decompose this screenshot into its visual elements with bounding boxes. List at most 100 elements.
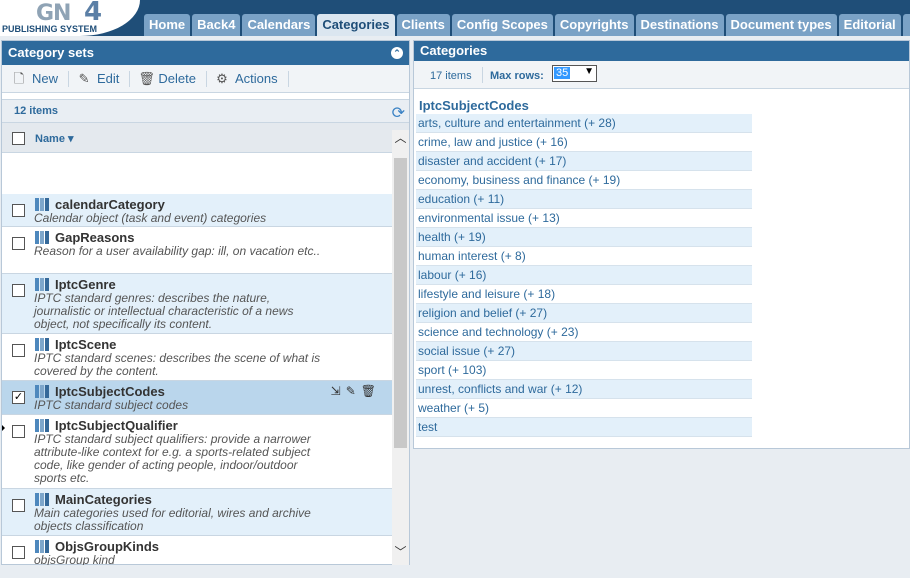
tab-editorial[interactable]: Editorial <box>838 14 901 36</box>
scroll-up-icon[interactable]: ︿ <box>392 130 409 147</box>
tab-copyrights[interactable]: Copyrights <box>554 14 634 36</box>
panel-title: Category sets <box>8 45 94 60</box>
tab-document-types[interactable]: Document types <box>725 14 837 36</box>
row-title: IptcScene <box>55 337 117 352</box>
open-icon[interactable]: ⇲ <box>331 384 341 398</box>
select-all-checkbox[interactable] <box>12 132 25 145</box>
category-set-icon <box>35 540 51 554</box>
tab-home[interactable]: Home <box>144 14 191 36</box>
chevron-down-icon: ▼ <box>584 66 594 77</box>
category-set-icon <box>35 338 51 352</box>
separator <box>482 67 483 83</box>
tab-calendars[interactable]: Calendars <box>242 14 316 36</box>
list-item[interactable]: IptcScene IPTC standard scenes: describes… <box>2 334 392 381</box>
new-document-icon: 🗋 <box>13 70 25 86</box>
row-description: Main categories used for editorial, wire… <box>34 506 311 533</box>
trash-icon[interactable]: 🗑 <box>361 384 376 398</box>
scroll-thumb[interactable] <box>394 158 407 448</box>
row-checkbox[interactable]: ✓ <box>12 391 25 404</box>
category-item[interactable]: weather (+ 5) <box>416 399 752 418</box>
list-item[interactable]: calendarCategory Calendar object (task an… <box>2 194 392 227</box>
row-title: ObjsGroupKinds <box>55 539 159 554</box>
edit-button[interactable]: ✎ Edit <box>77 70 131 87</box>
category-set-icon <box>35 198 51 212</box>
list-item[interactable]: ✓ IptcSubjectCodes IPTC standard subject c… <box>2 381 392 415</box>
gn4-logo: GN 4 PUBLISHING SYSTEM <box>0 0 140 36</box>
row-checkbox[interactable] <box>12 499 25 512</box>
row-checkbox[interactable] <box>12 425 25 438</box>
row-title: MainCategories <box>55 492 152 507</box>
category-item[interactable]: unrest, conflicts and war (+ 12) <box>416 380 752 399</box>
tab-config-scopes[interactable]: Config Scopes <box>451 14 553 36</box>
categories-panel: Categories 17 items Max rows: 35 ▼ IptcS… <box>413 40 910 449</box>
row-checkbox[interactable] <box>12 284 25 297</box>
list-item[interactable]: ObjsGroupKinds objsGroup kind <box>2 536 392 565</box>
panel-header: Category sets ⌃ <box>2 41 409 65</box>
list-scrollbar[interactable]: ︿ ﹀ <box>392 130 409 565</box>
category-item[interactable]: disaster and accident (+ 17) <box>416 152 752 171</box>
row-actions: ⇲ ✎ 🗑 <box>331 384 376 398</box>
category-item[interactable]: science and technology (+ 23) <box>416 323 752 342</box>
row-checkbox[interactable] <box>12 546 25 559</box>
row-title: IptcSubjectCodes <box>55 384 165 399</box>
tab-clients[interactable]: Clients <box>396 14 450 36</box>
category-item[interactable]: economy, business and finance (+ 19) <box>416 171 752 190</box>
category-list: arts, culture and entertainment (+ 28) cr… <box>416 114 752 437</box>
item-count: 12 items <box>14 105 59 117</box>
category-item[interactable]: crime, law and justice (+ 16) <box>416 133 752 152</box>
subject-codes-heading: IptcSubjectCodes <box>419 98 529 113</box>
category-set-list: calendarCategory Calendar object (task an… <box>2 194 392 565</box>
row-checkbox[interactable] <box>12 204 25 217</box>
row-checkbox[interactable] <box>12 344 25 357</box>
row-title: GapReasons <box>55 230 135 245</box>
categories-header: Categories <box>414 41 909 61</box>
delete-button[interactable]: 🗑 Delete <box>138 70 207 87</box>
new-button-label: New <box>32 71 59 86</box>
row-title: IptcGenre <box>55 277 116 292</box>
edit-icon[interactable]: ✎ <box>346 384 356 398</box>
category-item[interactable]: environmental issue (+ 13) <box>416 209 752 228</box>
category-item[interactable]: labour (+ 16) <box>416 266 752 285</box>
max-rows-select[interactable]: 35 ▼ <box>552 65 597 82</box>
category-item[interactable]: education (+ 11) <box>416 190 752 209</box>
scroll-down-icon[interactable]: ﹀ <box>392 544 409 561</box>
tab-categories[interactable]: Categories <box>317 14 395 36</box>
category-item[interactable]: religion and belief (+ 27) <box>416 304 752 323</box>
row-description: IPTC standard genres: describes the natu… <box>34 291 294 331</box>
category-item[interactable]: social issue (+ 27) <box>416 342 752 361</box>
category-item[interactable]: test <box>416 418 752 437</box>
tabs-more-icon[interactable]: ▼ <box>902 14 910 36</box>
new-button[interactable]: 🗋 New <box>12 70 70 87</box>
name-column-sort[interactable]: Name ▾ <box>35 132 74 145</box>
category-item[interactable]: lifestyle and leisure (+ 18) <box>416 285 752 304</box>
row-description: IPTC standard scenes: describes the scen… <box>34 351 321 378</box>
refresh-icon[interactable]: ⟳ <box>392 103 405 123</box>
item-count-row: 12 items ⟳ <box>2 99 409 123</box>
edit-icon: ✎ <box>78 70 90 86</box>
tab-back4[interactable]: Back4 <box>192 14 241 36</box>
list-item[interactable]: GapReasons Reason for a user availability… <box>2 227 392 274</box>
actions-button[interactable]: ⚙ Actions <box>215 70 289 87</box>
list-item[interactable]: MainCategories Main categories used for e… <box>2 489 392 536</box>
max-rows-label: Max rows: <box>490 70 544 82</box>
row-checkbox[interactable] <box>12 237 25 250</box>
category-set-icon <box>35 385 51 399</box>
row-description: IPTC standard subject qualifiers: provid… <box>34 432 311 485</box>
list-item[interactable]: IptcGenre IPTC standard genres: describes… <box>2 274 392 334</box>
row-description: Calendar object (task and event) categor… <box>34 211 267 225</box>
category-item[interactable]: sport (+ 103) <box>416 361 752 380</box>
categories-count: 17 items <box>430 70 472 82</box>
category-item[interactable]: arts, culture and entertainment (+ 28) <box>416 114 752 133</box>
row-description: IPTC standard subject codes <box>34 398 189 412</box>
category-item[interactable]: health (+ 19) <box>416 228 752 247</box>
category-sets-panel: Category sets ⌃ 🗋 New ✎ Edit 🗑 Delete ⚙ Acti… <box>1 40 410 565</box>
tab-destinations[interactable]: Destinations <box>635 14 724 36</box>
collapse-icon[interactable]: ⌃ <box>391 47 403 59</box>
list-item[interactable]: IptcSubjectQualifier IPTC standard subjec… <box>2 415 392 489</box>
edit-button-label: Edit <box>97 71 120 86</box>
logo-four: 4 <box>84 0 103 27</box>
category-set-icon <box>35 231 51 245</box>
category-item[interactable]: human interest (+ 8) <box>416 247 752 266</box>
gear-icon: ⚙ <box>216 70 228 86</box>
current-row-marker-icon <box>2 423 5 433</box>
